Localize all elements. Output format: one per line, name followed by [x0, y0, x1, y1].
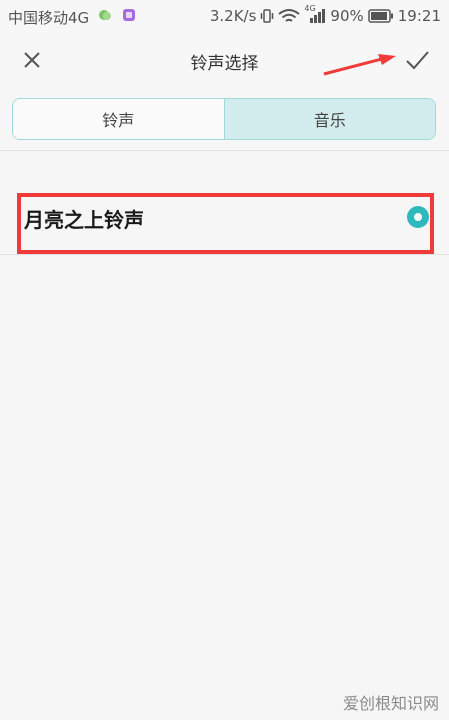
watermark: 爱创根知识网 [342, 694, 439, 713]
wechat-notification-icon [99, 10, 111, 20]
annotation-arrow-icon [323, 54, 396, 76]
battery-icon [368, 9, 393, 23]
tab-music-label: 音乐 [313, 111, 346, 130]
list-item-label: 月亮之上铃声 [24, 208, 144, 232]
list-item[interactable]: 月亮之上铃声 [0, 178, 449, 252]
divider [0, 150, 449, 151]
tab-music[interactable]: 音乐 [223, 99, 435, 139]
carrier-label: 中国移动4G [8, 9, 90, 27]
battery-percent: 90% [330, 7, 364, 25]
confirm-check-button[interactable] [403, 46, 431, 74]
signal-icon: 4G [304, 5, 326, 24]
clock: 19:21 [397, 7, 441, 25]
divider [0, 254, 449, 255]
network-speed: 3.2K/s [209, 7, 257, 25]
tab-ringtone-label: 铃声 [102, 111, 135, 130]
status-bar: 中国移动4G 3.2K/s 4G 90% 19:21 [0, 0, 449, 32]
status-right-group: 3.2K/s 4G 90% 19:21 [209, 5, 441, 26]
wifi-icon [278, 9, 301, 22]
source-tabs: 铃声 音乐 [12, 98, 436, 140]
radio-selected-icon[interactable] [407, 206, 429, 228]
tab-ringtone[interactable]: 铃声 [13, 99, 224, 139]
gallery-notification-icon [123, 9, 135, 21]
vibrate-icon [261, 9, 274, 23]
